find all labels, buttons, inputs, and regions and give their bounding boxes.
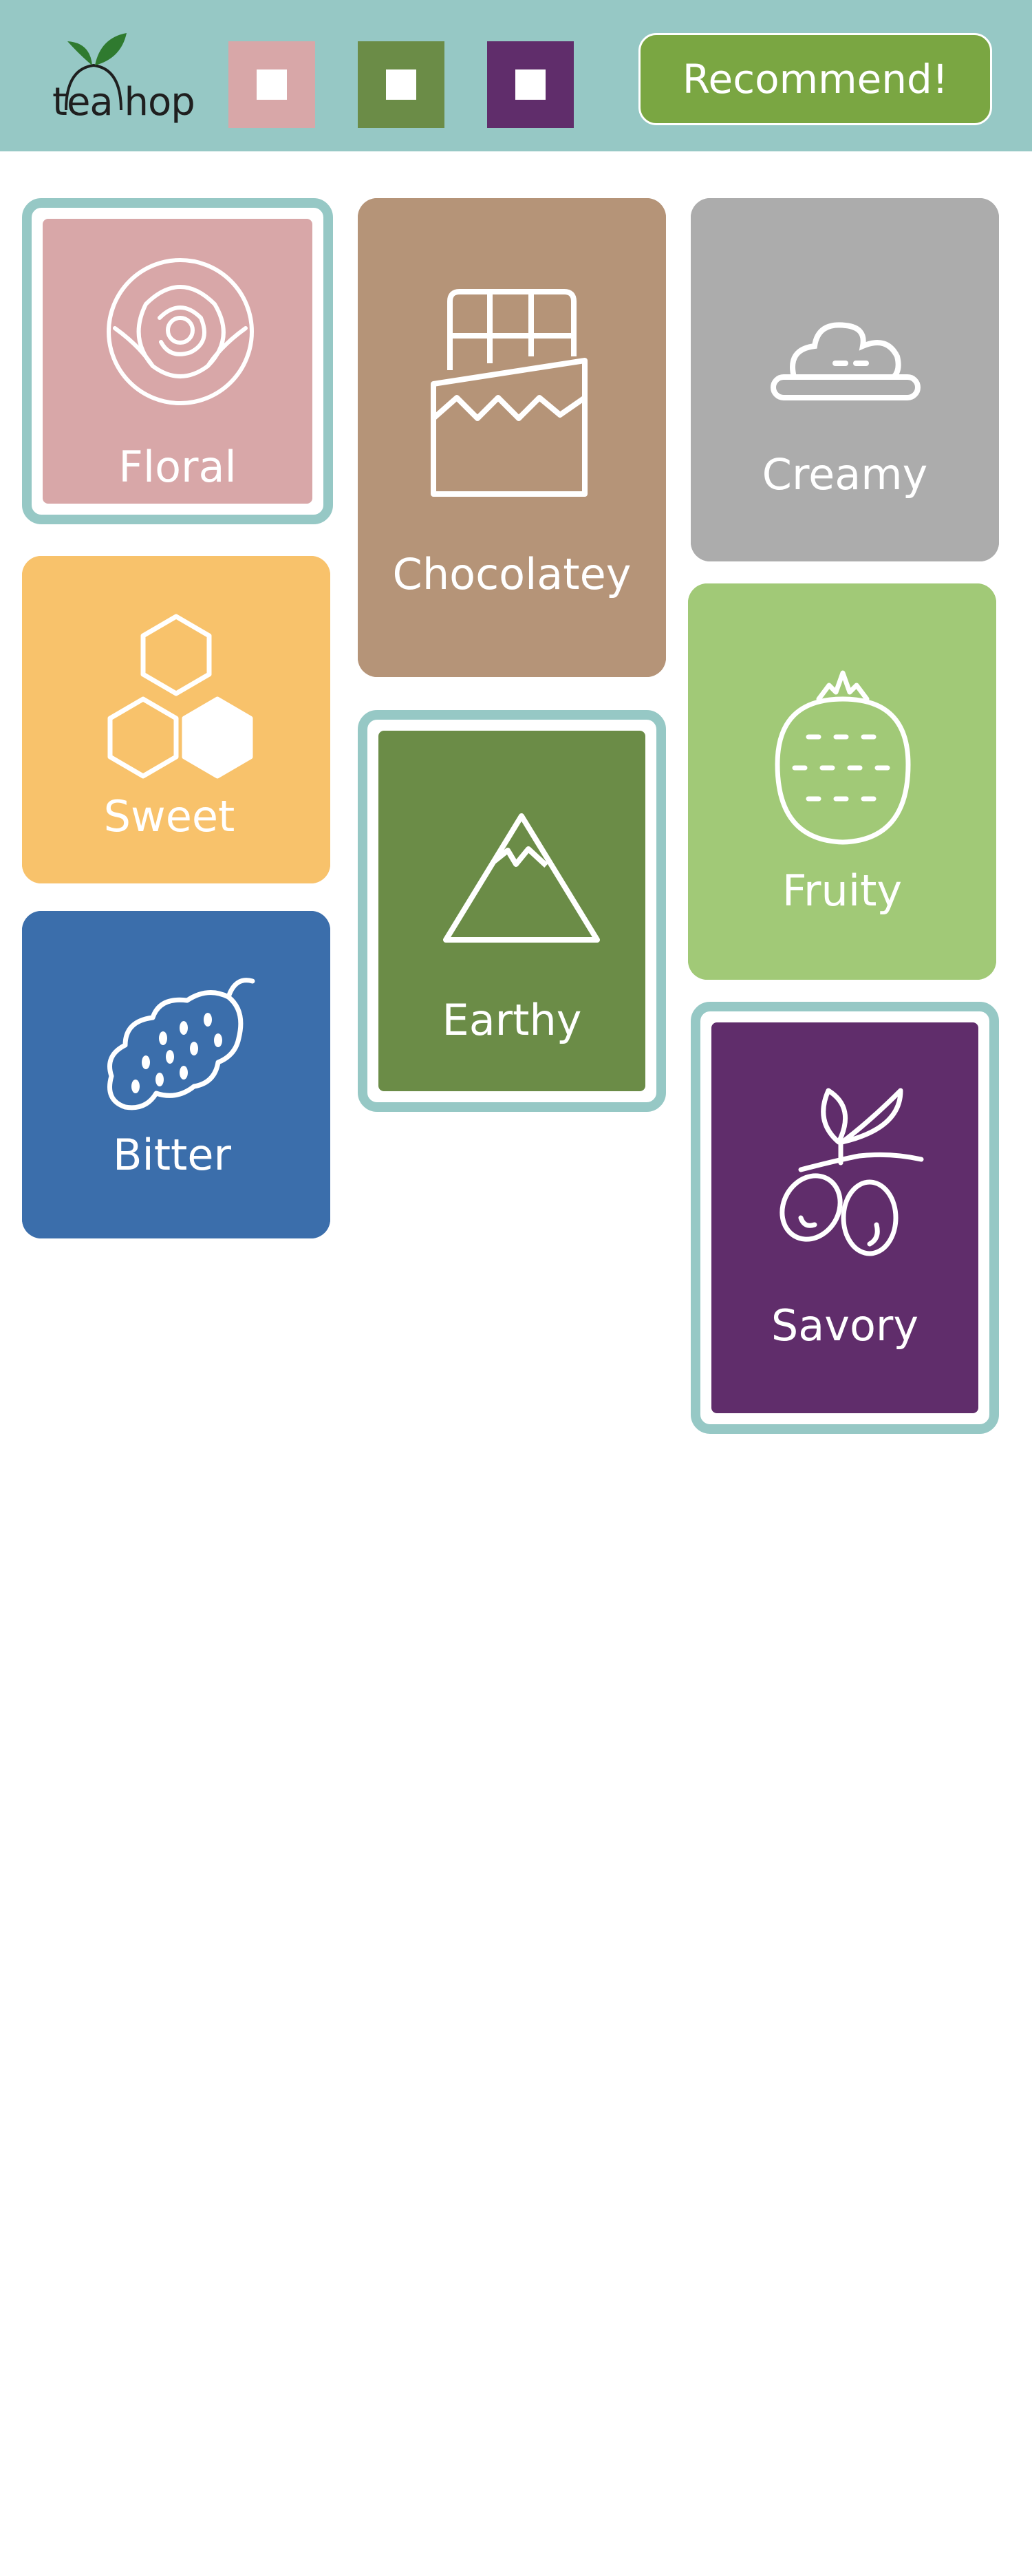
app-header: tea hop Recommend! [0, 0, 1032, 151]
tile-bitter[interactable]: Bitter [22, 911, 330, 1238]
cream-icon [771, 322, 921, 400]
tile-creamy[interactable]: Creamy [691, 198, 999, 561]
honeycomb-icon [107, 614, 253, 779]
bitter-melon-icon [107, 978, 255, 1110]
mountain-icon [443, 813, 600, 943]
recommend-button[interactable]: Recommend! [638, 33, 992, 125]
chocolate-bar-icon [431, 289, 588, 497]
tile-savory[interactable]: Savory [691, 1002, 999, 1434]
olive-branch-icon [780, 1088, 924, 1256]
tile-label: Earthy [442, 995, 582, 1045]
tile-fruity[interactable]: Fruity [688, 583, 996, 980]
tile-sweet[interactable]: Sweet [22, 556, 330, 883]
tile-label: Savory [771, 1300, 919, 1351]
tile-label: Chocolatey [392, 549, 632, 599]
swatch-floral[interactable] [228, 41, 315, 128]
tile-label: Sweet [103, 791, 235, 841]
tile-floral[interactable]: Floral [22, 198, 333, 524]
tile-earthy[interactable]: Earthy [358, 710, 666, 1112]
tea-hop-logo[interactable]: tea hop [52, 28, 195, 131]
swatch-earthy[interactable] [358, 41, 444, 128]
tile-label: Creamy [762, 449, 928, 500]
tile-label: Fruity [782, 866, 903, 916]
swatch-marker [515, 69, 546, 100]
swatch-savory[interactable] [487, 41, 574, 128]
tile-chocolatey[interactable]: Chocolatey [358, 198, 666, 677]
swatch-marker [257, 69, 287, 100]
rose-icon [107, 258, 254, 405]
tile-label: Floral [118, 442, 237, 492]
strawberry-icon [775, 670, 911, 845]
logo-text: tea hop [52, 80, 195, 125]
tile-label: Bitter [112, 1130, 231, 1180]
swatch-marker [386, 69, 416, 100]
